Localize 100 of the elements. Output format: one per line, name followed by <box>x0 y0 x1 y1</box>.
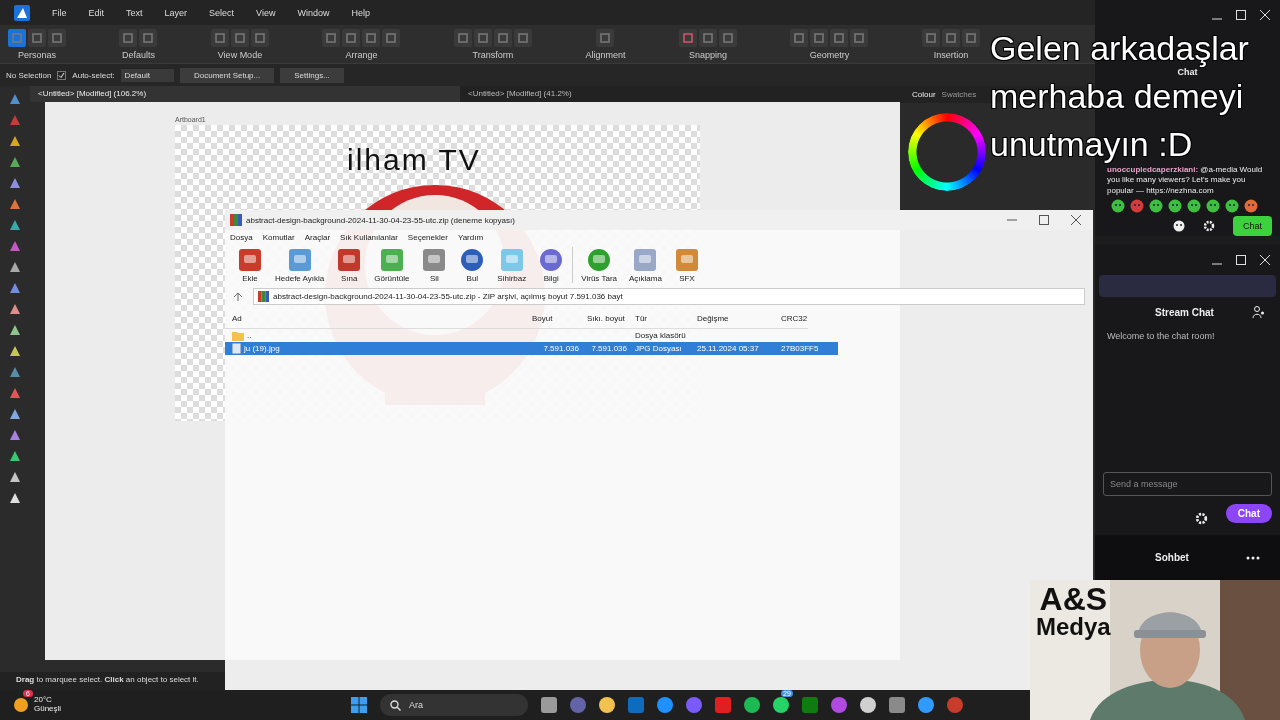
dropdown[interactable]: Default <box>120 68 174 82</box>
menu-item[interactable]: Select <box>209 7 235 18</box>
tool-icon[interactable] <box>8 281 22 295</box>
artwork-title: ilham TV <box>347 143 481 177</box>
archive-icon <box>230 214 242 226</box>
file-row[interactable]: ju (19).jpg 7.591.036 7.591.036 JPG Dosyası 25.11.2024 05:37 27B03FF5 <box>225 342 838 355</box>
tool-icon[interactable] <box>8 197 22 211</box>
toolbar-button[interactable]: Açıklama <box>625 248 666 283</box>
tool-icon[interactable] <box>8 176 22 190</box>
tool-icon[interactable] <box>8 428 22 442</box>
tool-icon[interactable] <box>8 155 22 169</box>
toolbar-label: Personas <box>18 49 56 60</box>
emote-icon[interactable] <box>1111 199 1125 214</box>
table-cell: 7.591.036 <box>543 344 579 353</box>
column-header[interactable]: Değişme <box>693 313 777 323</box>
menu-item[interactable]: Komutlar <box>262 233 295 242</box>
tool-icon[interactable] <box>8 218 22 232</box>
emote-icon[interactable] <box>1206 199 1220 214</box>
close-icon[interactable] <box>1071 215 1081 225</box>
column-header[interactable]: Sıkı. boyut <box>583 313 631 323</box>
archive-icon <box>258 291 269 302</box>
document-tab[interactable]: <Untitled> [Modified] (41.2%) <box>460 86 890 102</box>
maximize-icon[interactable] <box>1039 215 1049 225</box>
more-icon[interactable] <box>1246 555 1260 560</box>
users-icon[interactable] <box>1252 305 1266 319</box>
tool-icon[interactable] <box>8 302 22 316</box>
chat-button[interactable]: Chat <box>1225 504 1272 523</box>
tool-icon[interactable] <box>8 407 22 421</box>
document-tab[interactable]: <Untitled> [Modified] (106.2%) <box>30 86 460 102</box>
emote-icon[interactable] <box>1130 199 1144 214</box>
toolbar-button[interactable]: Virüs Tara <box>577 248 621 283</box>
selection-label: No Selection <box>6 70 52 80</box>
toolbar-button[interactable]: Ekle <box>233 248 267 283</box>
toolbar-button[interactable]: Settings... <box>280 67 344 83</box>
app-logo-icon[interactable] <box>14 4 30 21</box>
menu-item[interactable]: Yardım <box>457 233 484 242</box>
menu-item[interactable]: Text <box>126 7 143 18</box>
toolbar-button[interactable]: Sihirbaz <box>493 248 531 283</box>
toolbar-label: Defaults <box>121 49 155 60</box>
caption-text: merhaba demeyi <box>990 78 1244 114</box>
tool-icon[interactable] <box>8 491 22 505</box>
menu-item[interactable]: Sık Kullanılanlar <box>340 233 398 242</box>
window-title: abstract-design-background-2024-11-30-04-23-55-utc.zip (deneme kopyası) <box>246 215 515 225</box>
checkbox[interactable] <box>57 70 67 80</box>
tool-icon[interactable] <box>8 449 22 463</box>
app-icon[interactable] <box>860 697 876 713</box>
menu-item[interactable]: Help <box>351 7 370 18</box>
app-icon[interactable] <box>744 697 760 713</box>
panel-tab[interactable]: Colour <box>912 90 936 99</box>
menu-item[interactable]: Seçenekler <box>407 233 448 242</box>
emote-icon[interactable] <box>1187 199 1201 214</box>
tool-icon[interactable] <box>8 260 22 274</box>
panel-tab[interactable]: Swatches <box>941 90 977 99</box>
column-header[interactable]: Tür <box>631 313 693 323</box>
menu-item[interactable]: View <box>256 7 276 18</box>
message-field[interactable]: Send a message <box>1103 472 1272 496</box>
column-header[interactable]: CRC32 <box>777 313 837 323</box>
toolbar-button[interactable]: Bilgi <box>534 248 569 283</box>
menu-item[interactable]: Araçlar <box>304 233 331 242</box>
tool-icon <box>459 248 486 272</box>
app-icon[interactable] <box>918 697 934 713</box>
tool-icon <box>673 248 700 272</box>
column-header[interactable]: Ad <box>228 313 528 323</box>
menu-item[interactable]: Window <box>297 7 330 18</box>
menu-item[interactable]: Layer <box>164 7 188 18</box>
settings-icon[interactable] <box>1194 512 1208 525</box>
toolbar-button[interactable]: Hedefe Ayıkla <box>271 248 329 283</box>
menu-item[interactable]: Dosya <box>230 233 253 242</box>
up-arrow-icon[interactable] <box>233 291 243 302</box>
app-icon[interactable] <box>773 697 789 713</box>
settings-icon[interactable] <box>1203 220 1215 233</box>
emote-icon[interactable] <box>1225 199 1239 214</box>
toolbar-button[interactable]: Görüntüle <box>370 248 414 283</box>
weather-icon[interactable] <box>14 698 28 712</box>
tool-icon[interactable] <box>8 344 22 358</box>
menu-item[interactable]: File <box>52 7 67 18</box>
tool-icon[interactable] <box>8 323 22 337</box>
toolbar-button[interactable]: SFX <box>669 248 704 283</box>
logo-text: A&S <box>1039 583 1108 615</box>
menu-item[interactable]: Edit <box>88 7 105 18</box>
emote-icon[interactable] <box>1244 199 1258 214</box>
tool-icon <box>286 248 313 272</box>
emote-icon[interactable] <box>1149 199 1163 214</box>
app-icon[interactable] <box>657 697 673 713</box>
emoji-icon[interactable] <box>1173 220 1185 233</box>
app-icon[interactable] <box>599 697 615 713</box>
column-header[interactable]: Boyut <box>528 313 583 323</box>
chat-button[interactable]: Chat <box>1233 216 1272 237</box>
panel-title: Sohbet <box>1155 552 1189 563</box>
tool-icon[interactable] <box>8 470 22 484</box>
toolbar-button[interactable]: Sına <box>332 248 367 283</box>
search-field[interactable]: Ara <box>380 694 528 716</box>
start-icon[interactable] <box>351 697 367 713</box>
file-row[interactable]: .. Dosya klasörü <box>225 329 838 342</box>
toolbar-button[interactable]: Sil <box>417 248 452 283</box>
toolbar-button[interactable]: Bul <box>455 248 490 283</box>
toolbar-button[interactable]: Document Setup... <box>179 67 275 83</box>
tool-icon[interactable] <box>8 134 22 148</box>
emote-icon[interactable] <box>1168 199 1182 214</box>
path-field[interactable]: abstract-design-background-2024-11-30-04-23-55-utc.zip - ZIP arşivi, açılmış boyut 7.591.036 bayt <box>253 288 1085 305</box>
